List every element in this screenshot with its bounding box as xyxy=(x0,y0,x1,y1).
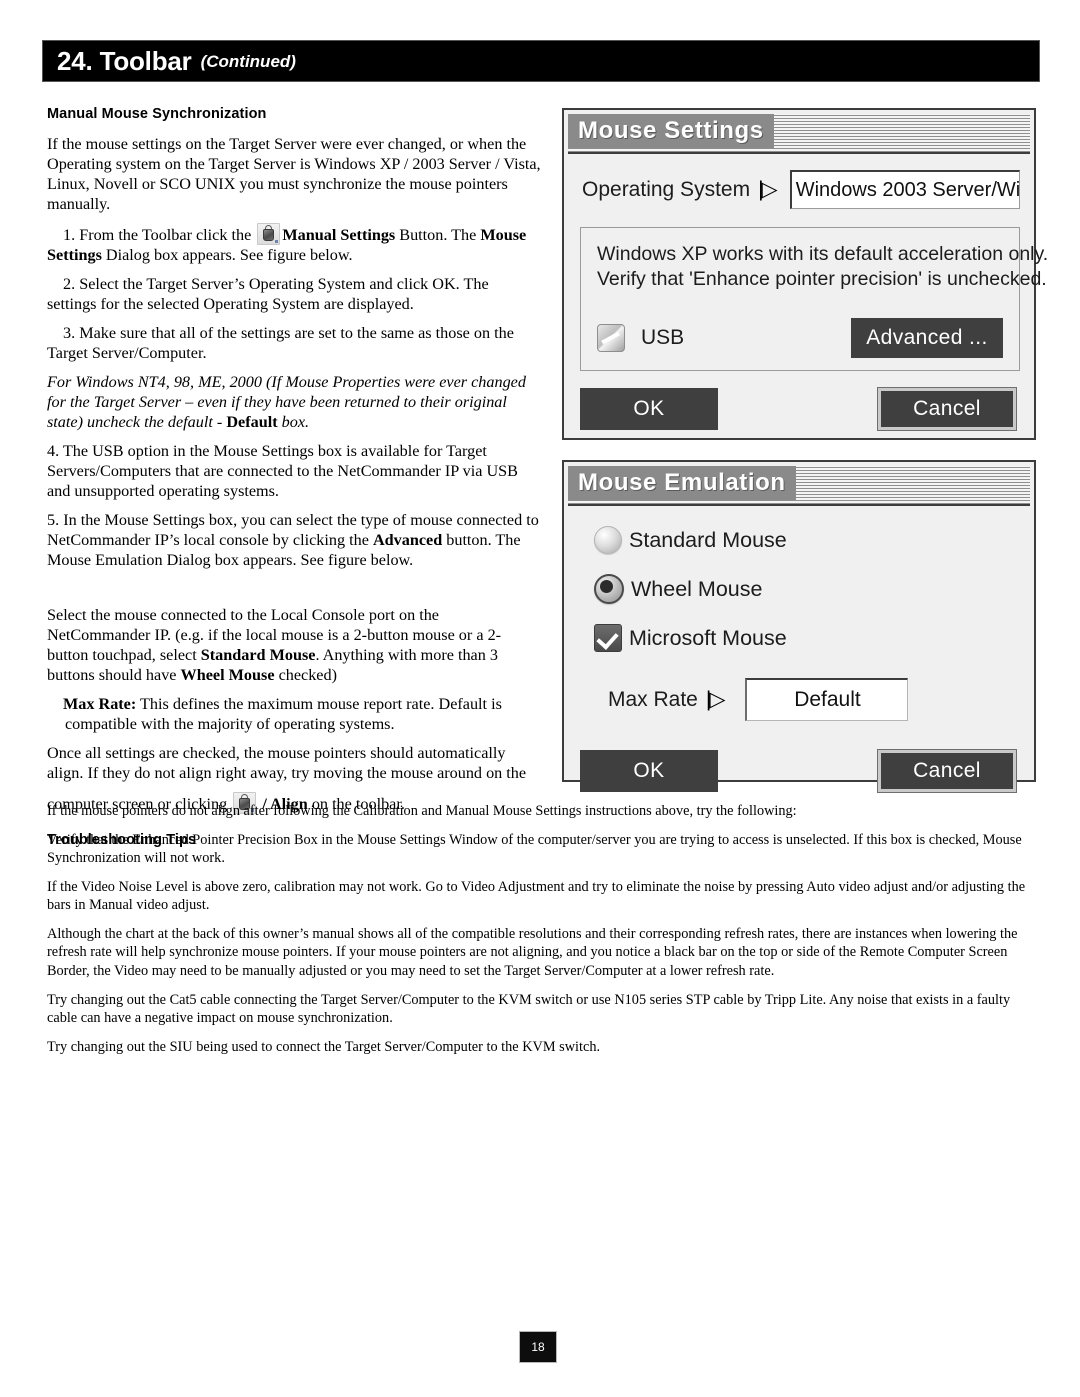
mouse-settings-cancel-button[interactable]: Cancel xyxy=(877,387,1017,431)
operating-system-select[interactable]: Windows 2003 Server/Windows xyxy=(789,170,1020,209)
advanced-button[interactable]: Advanced ... xyxy=(851,317,1003,358)
document-page: 24. Toolbar (Continued) Manual Mouse Syn… xyxy=(0,0,1080,1397)
max-rate-value: Default xyxy=(794,688,861,711)
step-1-paragraph: 1. From the Toolbar click the Manual Set… xyxy=(47,223,542,265)
legacy-note-text-b: box. xyxy=(277,413,310,431)
mouse-settings-title-tab: Mouse Settings xyxy=(568,114,774,148)
wheel-mouse-label: Wheel Mouse xyxy=(631,576,763,601)
windows-legacy-note: For Windows NT4, 98, ME, 2000 (If Mouse … xyxy=(47,372,542,432)
section-heading-manual-mouse-sync: Manual Mouse Synchronization xyxy=(47,106,267,122)
option-wheel-mouse[interactable]: Wheel Mouse xyxy=(564,574,1034,604)
manual-settings-toolbar-icon xyxy=(257,223,281,245)
wheel-mouse-radio-icon[interactable] xyxy=(594,574,624,604)
note-line-2: Verify that 'Enhance pointer precision' … xyxy=(597,267,1047,290)
operating-system-value: Windows 2003 Server/Windows xyxy=(795,178,1020,201)
microsoft-mouse-label: Microsoft Mouse xyxy=(629,625,787,650)
page-header-bar: 24. Toolbar (Continued) xyxy=(42,40,1040,82)
step-1-text-c: Button. The xyxy=(395,226,481,244)
step-3-paragraph: 3. Make sure that all of the settings ar… xyxy=(47,324,514,362)
page-title: 24. Toolbar xyxy=(57,45,192,76)
step-5-bold-advanced: Advanced xyxy=(372,531,443,549)
mouse-settings-dialog: Mouse Settings Operating System |▷ Windo… xyxy=(562,108,1049,440)
mouse-settings-ok-button[interactable]: OK xyxy=(580,388,718,430)
operating-system-label: Operating System xyxy=(582,177,751,201)
mouse-emulation-body: Standard Mouse Wheel Mouse Microsoft Mou… xyxy=(564,526,1034,800)
troubleshooting-text-block: If the mouse pointers do not align after… xyxy=(47,802,1040,1066)
select-mouse-text-c: checked) xyxy=(274,666,337,684)
mouse-settings-button-row: OK Cancel xyxy=(564,387,1034,431)
step-1-bold-manual-settings: Manual Settings xyxy=(282,226,396,244)
max-rate-paragraph: Max Rate: This defines the maximum mouse… xyxy=(63,694,542,734)
option-microsoft-mouse[interactable]: Microsoft Mouse xyxy=(564,624,1034,652)
mouse-emulation-cancel-button[interactable]: Cancel xyxy=(877,749,1017,793)
troubleshooting-paragraph: Although the chart at the back of this o… xyxy=(47,925,1018,980)
intro-paragraph: If the mouse settings on the Target Serv… xyxy=(47,135,541,213)
left-text-column: Manual Mouse Synchronization If the mous… xyxy=(47,106,542,860)
step-1-text-a: 1. From the Toolbar click the xyxy=(63,226,256,244)
troubleshooting-paragraph: If the Video Noise Level is above zero, … xyxy=(47,878,1026,914)
troubleshooting-paragraph: Try changing out the Cat5 cable connecti… xyxy=(47,991,1011,1027)
note-line-1: Windows XP works with its default accele… xyxy=(597,243,1049,265)
max-rate-bold-label: Max Rate: xyxy=(63,695,137,713)
mouse-settings-title: Mouse Settings xyxy=(578,117,764,144)
operating-system-row: Operating System |▷ Windows 2003 Server/… xyxy=(564,154,1034,209)
max-rate-arrow-icon: |▷ xyxy=(705,688,726,711)
option-standard-mouse[interactable]: Standard Mouse xyxy=(564,526,1034,554)
page-number-badge: 18 xyxy=(519,1331,557,1363)
operating-system-arrow-icon: |▷ xyxy=(758,178,778,201)
select-mouse-paragraph: Select the mouse connected to the Local … xyxy=(47,605,542,685)
troubleshooting-paragraph: If the mouse pointers do not align after… xyxy=(47,803,797,819)
mouse-settings-body: Operating System |▷ Windows 2003 Server/… xyxy=(564,154,1049,438)
step-5-paragraph: 5. In the Mouse Settings box, you can se… xyxy=(47,510,542,570)
mouse-emulation-title-tab: Mouse Emulation xyxy=(568,466,796,500)
usb-icon xyxy=(597,323,625,352)
standard-mouse-label: Standard Mouse xyxy=(629,527,787,552)
mouse-settings-titlebar: Mouse Settings xyxy=(568,114,1030,154)
usb-row: USB Advanced ... xyxy=(597,317,1003,358)
troubleshooting-paragraph: Try changing out the SIU being used to c… xyxy=(47,1038,601,1055)
mouse-settings-note-group: Windows XP works with its default accele… xyxy=(580,227,1049,371)
max-rate-row: Max Rate |▷ Default xyxy=(564,652,1034,721)
mouse-emulation-ok-button[interactable]: OK xyxy=(580,750,718,792)
select-mouse-bold-wheel: Wheel Mouse xyxy=(180,666,275,684)
troubleshooting-paragraph: Verify that the Enhanced Pointer Precisi… xyxy=(47,831,1022,867)
mouse-emulation-title: Mouse Emulation xyxy=(578,469,786,496)
microsoft-mouse-checkbox-icon[interactable] xyxy=(594,624,622,652)
select-mouse-bold-standard: Standard Mouse xyxy=(200,646,316,664)
mouse-emulation-titlebar: Mouse Emulation xyxy=(568,466,1030,506)
once-settings-paragraph: Once all settings are checked, the mouse… xyxy=(47,744,527,782)
legacy-note-bold-default: Default xyxy=(226,413,278,431)
step-4-paragraph: 4. The USB option in the Mouse Settings … xyxy=(47,442,518,500)
mouse-emulation-button-row: OK Cancel xyxy=(564,749,1034,793)
max-rate-label: Max Rate xyxy=(608,687,698,711)
page-title-continued: (Continued) xyxy=(200,52,296,71)
max-rate-select[interactable]: Default xyxy=(745,678,909,721)
step-1-text-e: Dialog box appears. See figure below. xyxy=(101,246,353,264)
standard-mouse-radio-icon[interactable] xyxy=(594,526,622,554)
step-2-paragraph: 2. Select the Target Server’s Operating … xyxy=(47,275,489,313)
mouse-emulation-dialog: Mouse Emulation Standard Mouse Wheel Mou… xyxy=(562,460,1036,793)
usb-label: USB xyxy=(641,325,685,349)
